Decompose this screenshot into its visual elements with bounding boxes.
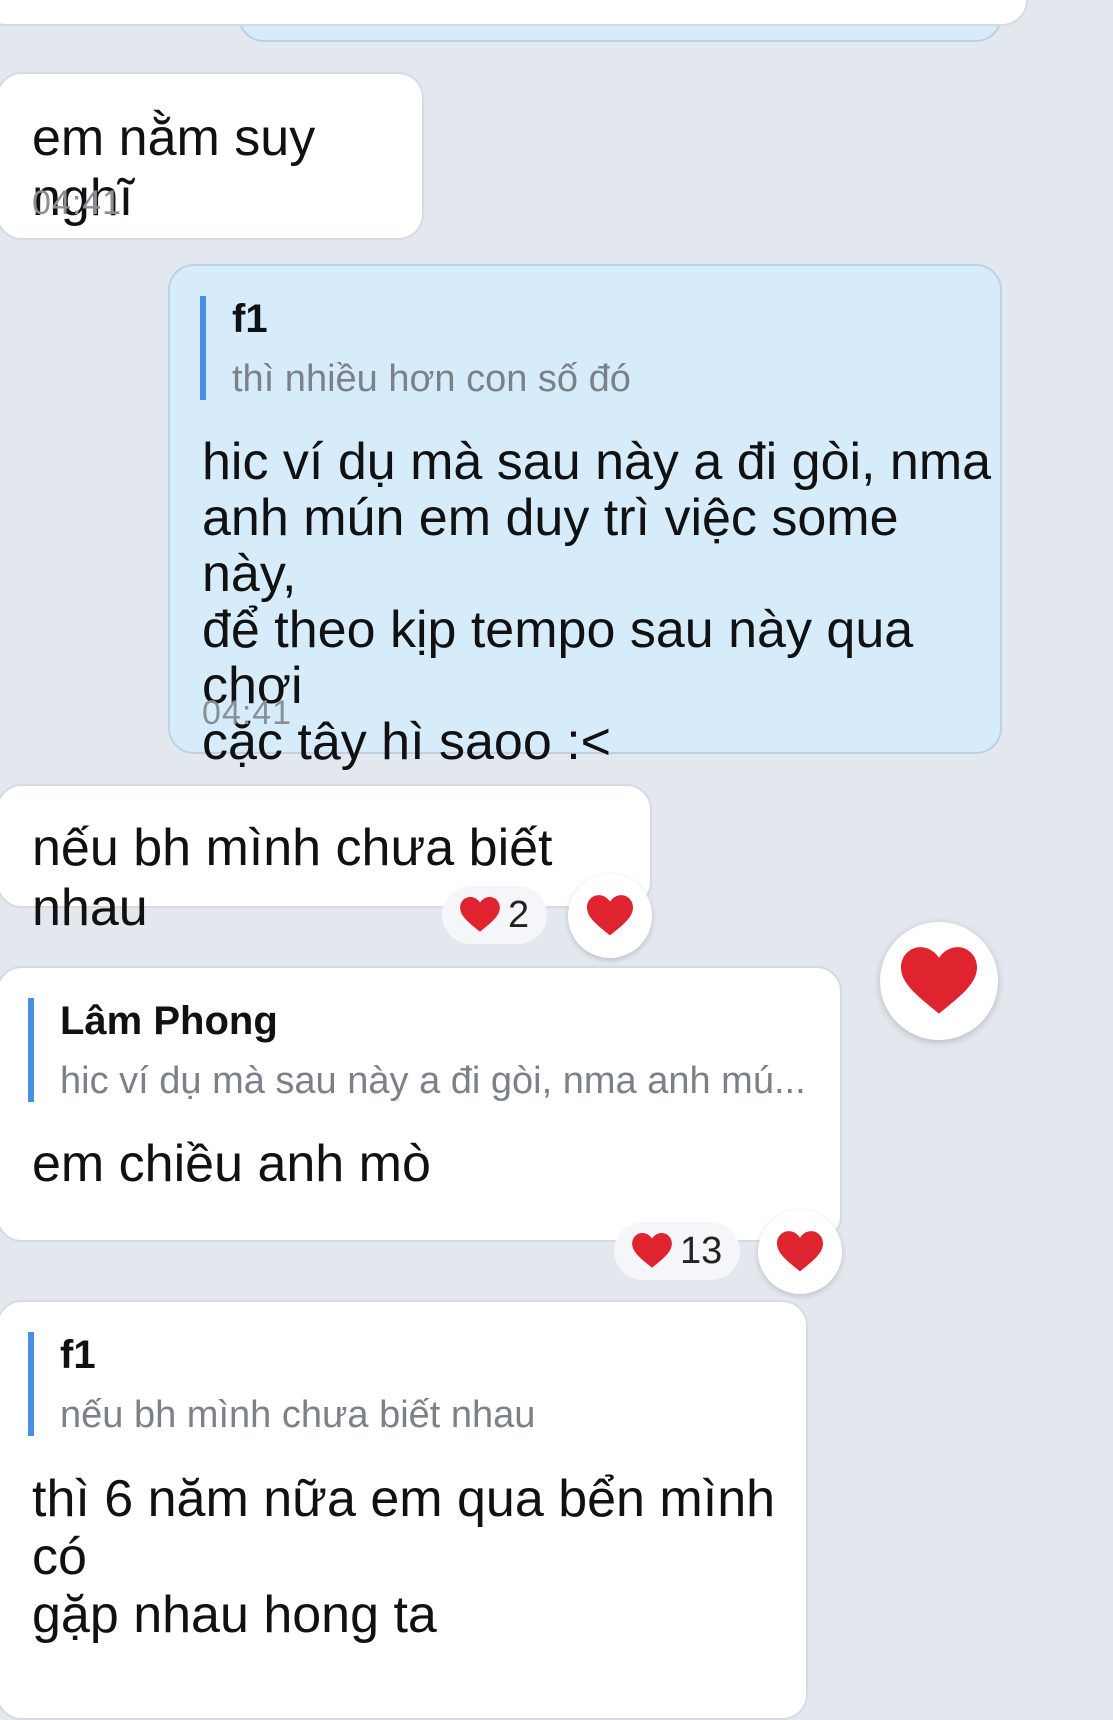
add-reaction-button[interactable] <box>758 1210 842 1294</box>
heart-icon <box>587 895 633 937</box>
message-line: để theo kịp tempo sau này qua chơi <box>202 601 914 715</box>
message-line: cặc tây hì saoo :< <box>202 713 612 771</box>
reaction-count[interactable]: 2 <box>442 886 548 944</box>
quote-text: thì nhiều hơn con số đó <box>232 358 631 400</box>
message-text: hic ví dụ mà sau này a đi gòi, nma anh m… <box>202 434 1000 770</box>
message-bubble-incoming[interactable]: nếu bh mình chưa biết nhau <box>0 784 652 937</box>
message-bubble-incoming[interactable]: em nằm suy nghĩ 04:41 <box>0 72 424 240</box>
quote-text: hic ví dụ mà sau này a đi gòi, nma anh m… <box>60 1060 806 1102</box>
partial-bubble-incoming <box>0 0 1028 26</box>
reaction-count-value: 2 <box>508 893 530 936</box>
reaction-count[interactable]: 13 <box>614 1222 741 1280</box>
reaction-heart-button[interactable] <box>880 922 998 1040</box>
message-time: 04:41 <box>32 184 123 222</box>
message-text: thì 6 năm nữa em qua bển mình có gặp nha… <box>32 1470 806 1644</box>
quote-author: f1 <box>232 297 268 341</box>
message-line: gặp nhau hong ta <box>32 1586 437 1644</box>
heart-icon <box>460 897 500 933</box>
message-bubble-incoming[interactable]: Lâm Phong hic ví dụ mà sau này a đi gòi,… <box>0 966 842 1242</box>
heart-icon <box>632 1233 672 1269</box>
heart-icon <box>777 1231 823 1273</box>
message-bubble-outgoing[interactable]: f1 thì nhiều hơn con số đó hic ví dụ mà … <box>168 264 1002 770</box>
reaction-count-value: 13 <box>680 1229 723 1272</box>
quote-text: nếu bh mình chưa biết nhau <box>60 1394 536 1436</box>
reply-quote[interactable]: f1 thì nhiều hơn con số đó <box>200 296 631 400</box>
reply-quote[interactable]: Lâm Phong hic ví dụ mà sau này a đi gòi,… <box>28 998 806 1102</box>
add-reaction-button[interactable] <box>568 874 652 958</box>
message-time: 04:41 <box>202 694 293 732</box>
heart-icon <box>901 946 977 1016</box>
message-text: em chiều anh mò <box>32 1135 431 1193</box>
message-text: nếu bh mình chưa biết nhau <box>32 819 553 937</box>
message-line: hic ví dụ mà sau này a đi gòi, nma <box>202 433 992 491</box>
reply-quote[interactable]: f1 nếu bh mình chưa biết nhau <box>28 1332 535 1436</box>
message-line: anh mún em duy trì việc some này, <box>202 489 899 603</box>
quote-author: f1 <box>60 1333 96 1377</box>
message-line: thì 6 năm nữa em qua bển mình có <box>32 1470 776 1586</box>
message-bubble-incoming[interactable]: f1 nếu bh mình chưa biết nhau thì 6 năm … <box>0 1300 808 1720</box>
quote-author: Lâm Phong <box>60 999 278 1043</box>
